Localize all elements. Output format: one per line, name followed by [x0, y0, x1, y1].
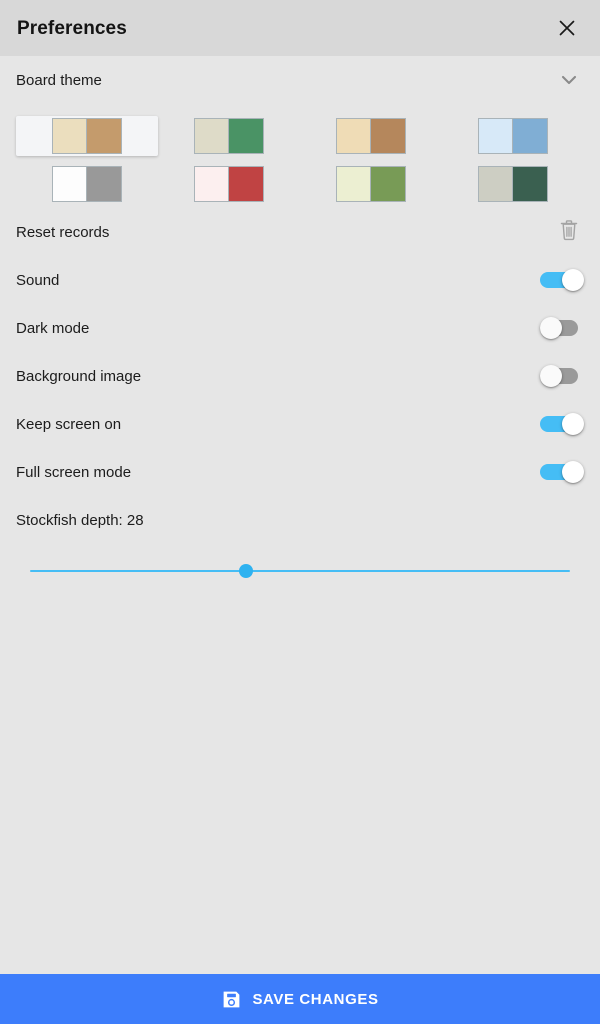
toggle-thumb: [562, 461, 584, 483]
toggle-thumb: [540, 365, 562, 387]
swatch-dark-square: [87, 167, 121, 201]
swatch-dark-square: [229, 119, 263, 153]
swatch-light-square: [337, 119, 371, 153]
sound-label: Sound: [16, 271, 60, 289]
theme-option-grey[interactable]: [16, 160, 158, 208]
close-icon: [558, 19, 576, 37]
swatch-light-square: [479, 167, 513, 201]
keep-screen-on-toggle[interactable]: [540, 413, 584, 435]
background-image-label: Background image: [16, 367, 142, 385]
swatch-dark-square: [513, 119, 547, 153]
theme-swatch: [52, 118, 122, 154]
swatch-light-square: [195, 119, 229, 153]
theme-swatch: [478, 166, 548, 202]
swatch-light-square: [479, 119, 513, 153]
stockfish-depth-row: Stockfish depth: 28: [0, 496, 600, 544]
slider-track: [30, 570, 570, 572]
close-button[interactable]: [550, 11, 584, 45]
full-screen-mode-label: Full screen mode: [16, 463, 132, 481]
chevron-down-icon[interactable]: [554, 65, 584, 95]
theme-option-olive[interactable]: [300, 160, 442, 208]
swatch-dark-square: [87, 119, 121, 153]
theme-swatch: [336, 166, 406, 202]
reset-records-button[interactable]: [554, 217, 584, 247]
stockfish-depth-slider[interactable]: [30, 550, 570, 594]
theme-swatch: [52, 166, 122, 202]
theme-swatch: [478, 118, 548, 154]
theme-option-tan[interactable]: [300, 112, 442, 160]
keep-screen-on-label: Keep screen on: [16, 415, 122, 433]
theme-option-blue[interactable]: [442, 112, 584, 160]
swatch-dark-square: [229, 167, 263, 201]
sound-toggle[interactable]: [540, 269, 584, 291]
swatch-light-square: [53, 167, 87, 201]
swatch-dark-square: [371, 119, 405, 153]
save-changes-button[interactable]: SAVE CHANGES: [0, 974, 600, 1024]
slider-thumb[interactable]: [239, 564, 253, 578]
background-image-toggle[interactable]: [540, 365, 584, 387]
theme-option-brown[interactable]: [16, 112, 158, 160]
swatch-dark-square: [371, 167, 405, 201]
setting-row-dark-mode[interactable]: Dark mode: [0, 304, 600, 352]
toggle-thumb: [540, 317, 562, 339]
board-theme-label: Board theme: [16, 71, 102, 89]
board-theme-section-header[interactable]: Board theme: [0, 56, 600, 104]
page-title: Preferences: [17, 17, 127, 39]
theme-swatch: [194, 166, 264, 202]
swatch-dark-square: [513, 167, 547, 201]
theme-option-red[interactable]: [158, 160, 300, 208]
save-changes-label: SAVE CHANGES: [252, 990, 379, 1008]
setting-row-sound[interactable]: Sound: [0, 256, 600, 304]
setting-row-keep-screen-on[interactable]: Keep screen on: [0, 400, 600, 448]
board-theme-grid: [0, 104, 600, 208]
theme-option-green[interactable]: [158, 112, 300, 160]
swatch-light-square: [337, 167, 371, 201]
trash-icon: [558, 218, 580, 247]
dark-mode-label: Dark mode: [16, 319, 90, 337]
setting-row-full-screen-mode[interactable]: Full screen mode: [0, 448, 600, 496]
toggle-thumb: [562, 269, 584, 291]
swatch-light-square: [195, 167, 229, 201]
setting-row-background-image[interactable]: Background image: [0, 352, 600, 400]
save-floppy-icon: [221, 989, 242, 1010]
stockfish-depth-label: Stockfish depth: 28: [16, 511, 144, 529]
theme-swatch: [336, 118, 406, 154]
setting-row-reset-records[interactable]: Reset records: [0, 208, 600, 256]
toggle-thumb: [562, 413, 584, 435]
reset-records-label: Reset records: [16, 223, 110, 241]
preferences-content: Board theme Reset records Sound Dark mod…: [0, 56, 600, 974]
full-screen-mode-toggle[interactable]: [540, 461, 584, 483]
theme-option-dark-green[interactable]: [442, 160, 584, 208]
theme-swatch: [194, 118, 264, 154]
dark-mode-toggle[interactable]: [540, 317, 584, 339]
swatch-light-square: [53, 119, 87, 153]
window-titlebar: Preferences: [0, 0, 600, 56]
